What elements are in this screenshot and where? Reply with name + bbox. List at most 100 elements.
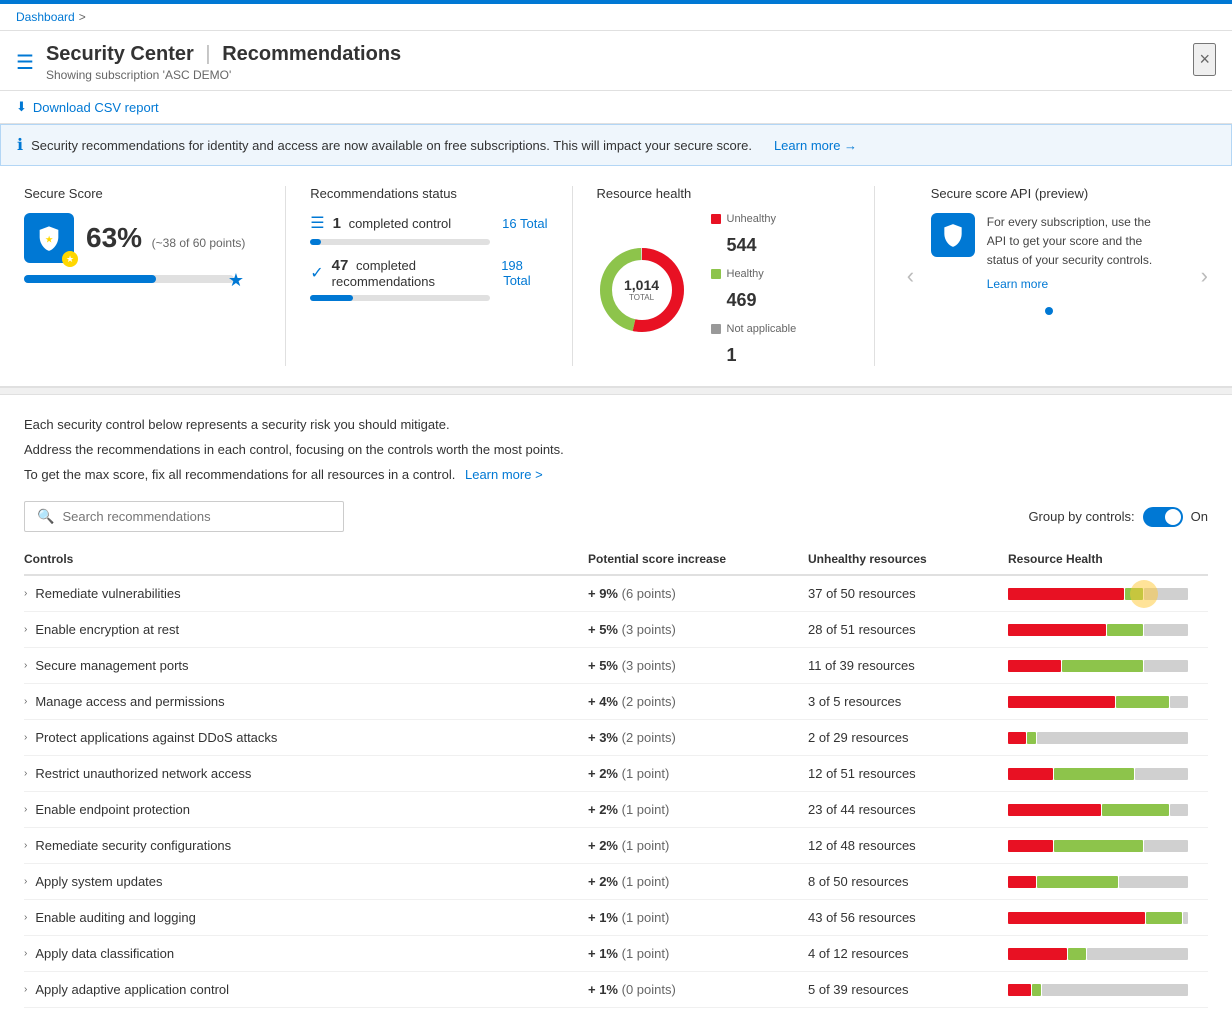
- score-increase: + 9% (6 points): [588, 586, 808, 601]
- table-row[interactable]: › Apply adaptive application control + 1…: [24, 972, 1208, 1008]
- health-bar-red: [1008, 696, 1115, 708]
- score-increase: + 2% (1 point): [588, 802, 808, 817]
- download-icon: ⬇: [16, 99, 27, 115]
- row-name: › Enable encryption at rest: [24, 622, 588, 637]
- table-row[interactable]: › Restrict unauthorized network access +…: [24, 756, 1208, 792]
- health-bar-red: [1008, 588, 1124, 600]
- health-bar-green: [1125, 588, 1143, 600]
- chevron-icon: ›: [24, 768, 27, 779]
- table-row[interactable]: › Secure management ports + 5% (3 points…: [24, 648, 1208, 684]
- rec-status-label: Recommendations status: [310, 186, 547, 201]
- legend-healthy: Healthy: [711, 268, 797, 280]
- resource-count: 3 of 5 resources: [808, 694, 1008, 709]
- chevron-icon: ›: [24, 984, 27, 995]
- desc-learn-more-link[interactable]: Learn more >: [465, 467, 543, 482]
- recommendations-status-block: Recommendations status ☰ 1 completed con…: [285, 186, 571, 366]
- table-row[interactable]: › Remediate security configurations + 2%…: [24, 828, 1208, 864]
- group-by-state: On: [1191, 509, 1208, 524]
- healthy-count: 469: [711, 290, 797, 311]
- health-bar-red: [1008, 912, 1145, 924]
- carousel-dot-active: [1045, 307, 1053, 315]
- resource-count: 4 of 12 resources: [808, 946, 1008, 961]
- health-bar-gray: [1183, 912, 1188, 924]
- api-label: Secure score API (preview): [931, 186, 1168, 201]
- score-increase: + 5% (3 points): [588, 658, 808, 673]
- recs-bar: [310, 295, 490, 301]
- carousel-right-arrow[interactable]: ›: [1201, 263, 1208, 289]
- resource-health-block: Resource health 1,014 TOTAL: [572, 186, 858, 366]
- metrics-divider: [874, 186, 875, 366]
- table-row[interactable]: › Enable auditing and logging + 1% (1 po…: [24, 900, 1208, 936]
- health-bar-container: [1008, 588, 1208, 600]
- score-increase: + 1% (1 point): [588, 946, 808, 961]
- row-name: › Remediate vulnerabilities: [24, 586, 588, 601]
- metrics-section: Secure Score ★ ★ 63% (~38 of 60 points) …: [0, 166, 1232, 387]
- breadcrumb[interactable]: Dashboard >: [0, 4, 1232, 31]
- info-learn-more-link[interactable]: Learn more →: [774, 138, 857, 153]
- health-bar: [1008, 840, 1188, 852]
- carousel-dots: [931, 307, 1168, 315]
- table-row[interactable]: › Apply system updates + 2% (1 point) 8 …: [24, 864, 1208, 900]
- api-icon: [931, 213, 975, 257]
- donut-center: 1,014 TOTAL: [624, 277, 659, 301]
- chevron-icon: ›: [24, 948, 27, 959]
- health-bar-container: [1008, 660, 1208, 672]
- legend-unhealthy: Unhealthy: [711, 213, 797, 225]
- health-bar-gray: [1170, 804, 1188, 816]
- health-bar-red: [1008, 948, 1067, 960]
- health-bar-gray: [1119, 876, 1188, 888]
- chevron-icon: ›: [24, 912, 27, 923]
- health-bar: [1008, 588, 1188, 600]
- health-bar-green: [1107, 624, 1143, 636]
- table-row[interactable]: › Enable encryption at rest + 5% (3 poin…: [24, 612, 1208, 648]
- page-header: ☰ Security Center | Recommendations Show…: [0, 31, 1232, 91]
- health-bar: [1008, 912, 1188, 924]
- carousel-left-arrow[interactable]: ‹: [907, 263, 914, 289]
- resource-count: 28 of 51 resources: [808, 622, 1008, 637]
- chevron-icon: ›: [24, 876, 27, 887]
- health-bar-gray: [1144, 588, 1189, 600]
- row-name-text: Remediate vulnerabilities: [35, 586, 180, 601]
- health-bar-red: [1008, 876, 1036, 888]
- controls-bar-fill: [310, 239, 321, 245]
- table-row[interactable]: › Manage access and permissions + 4% (2 …: [24, 684, 1208, 720]
- health-bar-green: [1146, 912, 1182, 924]
- row-name-text: Enable endpoint protection: [35, 802, 190, 817]
- health-bar-gray: [1144, 840, 1189, 852]
- api-learn-more-link[interactable]: Learn more: [987, 277, 1168, 291]
- row-name: › Secure management ports: [24, 658, 588, 673]
- health-bar-gray: [1037, 732, 1188, 744]
- health-bar-gray: [1144, 660, 1189, 672]
- resource-health-content: 1,014 TOTAL Unhealthy 544 Healthy 469 No…: [597, 213, 834, 366]
- api-preview-block: ‹ Secure score API (preview) For every s…: [891, 186, 1208, 366]
- row-name-text: Enable encryption at rest: [35, 622, 179, 637]
- table-row[interactable]: › Remediate vulnerabilities + 9% (6 poin…: [24, 576, 1208, 612]
- info-icon: ℹ: [17, 135, 23, 155]
- page-title: Security Center | Recommendations: [46, 43, 401, 66]
- breadcrumb-dashboard[interactable]: Dashboard: [16, 10, 75, 24]
- header-subtitle: Showing subscription 'ASC DEMO': [46, 68, 401, 82]
- recs-completed: 47 completed recommendations: [332, 257, 494, 289]
- health-bar-green: [1062, 660, 1142, 672]
- table-row[interactable]: › Enable endpoint protection + 2% (1 poi…: [24, 792, 1208, 828]
- donut-chart: 1,014 TOTAL: [597, 245, 687, 335]
- health-bar-container: [1008, 840, 1208, 852]
- table-row[interactable]: › Apply data classification + 1% (1 poin…: [24, 936, 1208, 972]
- controls-icon: ☰: [310, 213, 324, 233]
- col-header-controls: Controls: [24, 552, 588, 566]
- health-bar: [1008, 768, 1188, 780]
- search-row: 🔍 Group by controls: On: [24, 501, 1208, 532]
- score-detail: (~38 of 60 points): [152, 236, 246, 250]
- table-header: Controls Potential score increase Unheal…: [24, 544, 1208, 576]
- unhealthy-count: 544: [711, 235, 797, 256]
- chevron-icon: ›: [24, 840, 27, 851]
- download-csv-button[interactable]: ⬇ Download CSV report: [16, 99, 159, 115]
- table-row[interactable]: › Protect applications against DDoS atta…: [24, 720, 1208, 756]
- donut-total: 1,014: [624, 277, 659, 292]
- health-bar-green: [1054, 840, 1143, 852]
- score-percent: 63%: [86, 222, 142, 253]
- group-by-toggle[interactable]: [1143, 507, 1183, 527]
- search-input[interactable]: [62, 509, 331, 524]
- close-button[interactable]: ×: [1193, 43, 1216, 76]
- health-bar: [1008, 876, 1188, 888]
